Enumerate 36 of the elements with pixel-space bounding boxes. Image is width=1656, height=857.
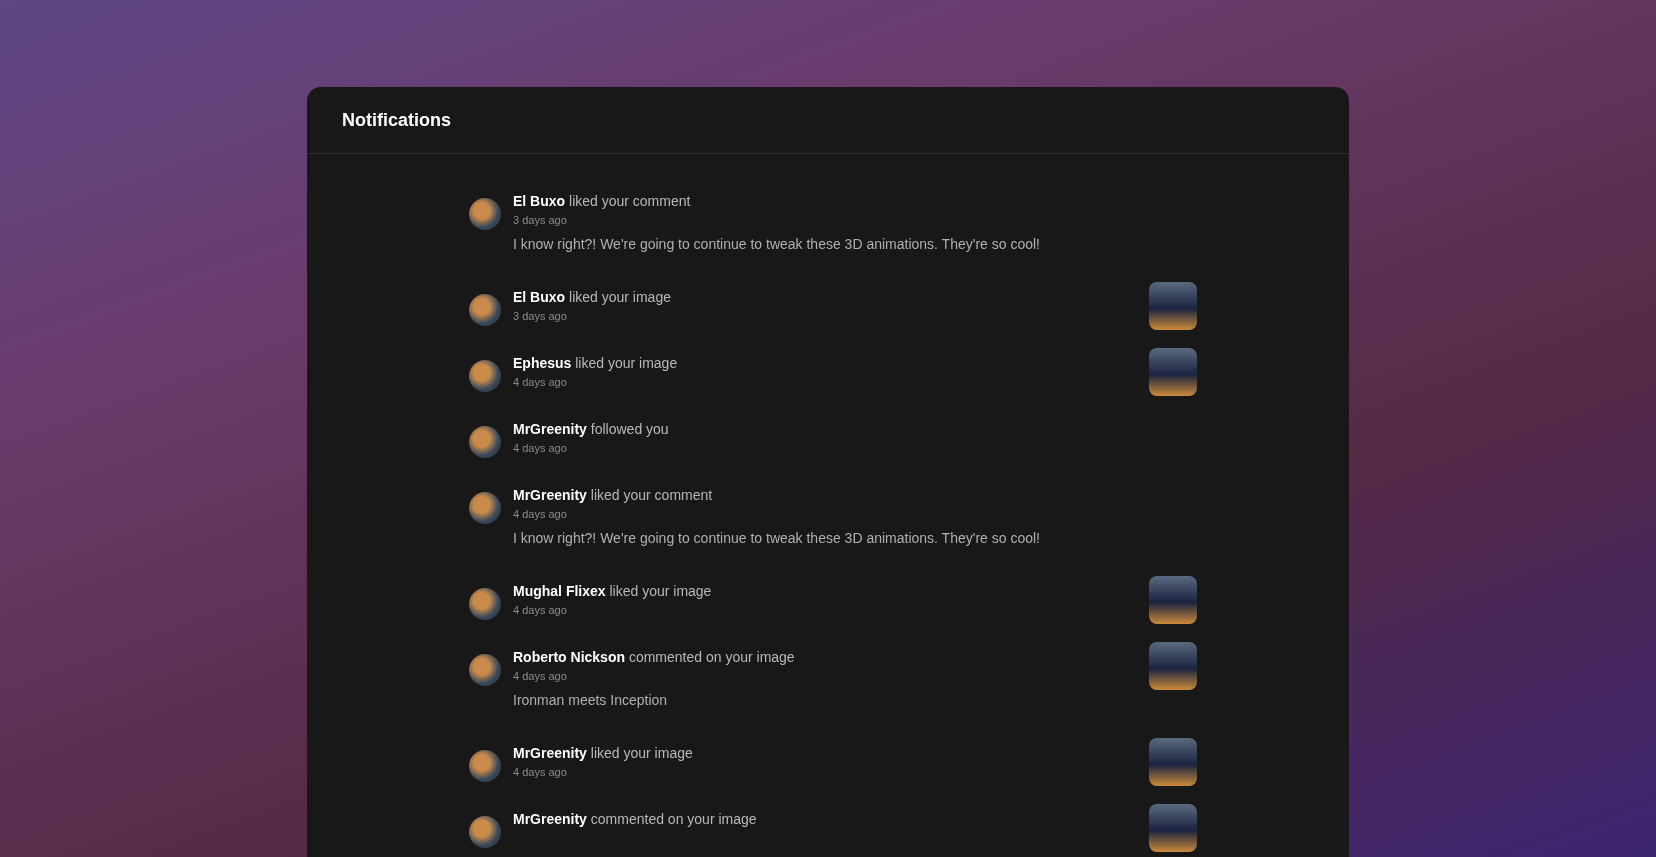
- timestamp: 4 days ago: [513, 508, 568, 520]
- timestamp: 4 days ago: [513, 604, 568, 616]
- photo-placeholder[interactable]: [1149, 738, 1197, 786]
- notification-text: Roberto Nickson commented on your image: [513, 648, 796, 666]
- avatar[interactable]: [469, 360, 501, 392]
- notification-text: MrGreenity liked your image: [513, 744, 694, 762]
- notification-text: MrGreenity commented on your image: [513, 810, 758, 828]
- timestamp: 3 days ago: [513, 310, 568, 322]
- notification-text: El Buxo liked your image: [513, 288, 672, 306]
- photo-placeholder[interactable]: [1149, 282, 1197, 330]
- timestamp: 3 days ago: [513, 214, 568, 226]
- photo-placeholder[interactable]: [1149, 642, 1197, 690]
- avatar[interactable]: [469, 294, 501, 326]
- avatar[interactable]: [469, 426, 501, 458]
- notification-text: El Buxo liked your comment: [513, 192, 692, 210]
- avatar[interactable]: [469, 816, 501, 848]
- comment-text: Ironman meets Inception: [513, 692, 669, 708]
- avatar[interactable]: [469, 654, 501, 686]
- comment-text: I know right?! We're going to continue to tweak these 3D animations. They're so cool!: [513, 530, 1041, 546]
- photo-placeholder[interactable]: [1149, 576, 1197, 624]
- avatar[interactable]: [469, 198, 501, 230]
- notification-text: MrGreenity liked your comment: [513, 486, 714, 504]
- timestamp: 4 days ago: [513, 442, 568, 454]
- avatar[interactable]: [469, 750, 501, 782]
- notification-text: MrGreenity followed you: [513, 420, 670, 438]
- avatar[interactable]: [469, 492, 501, 524]
- notification-text: Mughal Flixex liked your image: [513, 582, 713, 600]
- photo-placeholder[interactable]: [1149, 348, 1197, 396]
- timestamp: 4 days ago: [513, 766, 568, 778]
- panel-title: Notifications: [342, 109, 451, 131]
- timestamp: 4 days ago: [513, 670, 568, 682]
- photo-placeholder[interactable]: [1149, 804, 1197, 852]
- notification-text: Ephesus liked your image: [513, 354, 679, 372]
- comment-text: I know right?! We're going to continue to tweak these 3D animations. They're so cool!: [513, 236, 1041, 252]
- timestamp: 4 days ago: [513, 376, 568, 388]
- avatar[interactable]: [469, 588, 501, 620]
